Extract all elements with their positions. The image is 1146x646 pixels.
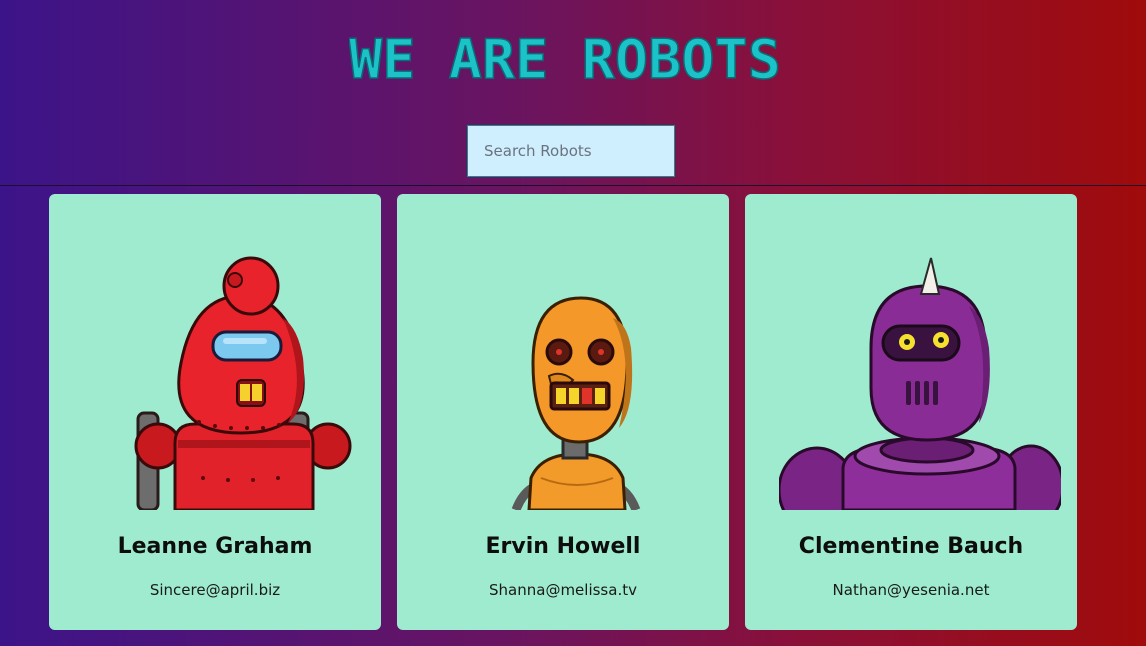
robot-card: Leanne Graham Sincere@april.biz [49,194,381,630]
page-title: WE ARE ROBOTS [349,30,782,86]
robot-email: Shanna@melissa.tv [489,581,637,599]
robot-name: Clementine Bauch [798,534,1024,559]
header-divider [0,185,1146,186]
robot-card: Clementine Bauch Nathan@yesenia.net [745,194,1077,630]
red-robot-icon [134,256,352,510]
page-header: WE ARE ROBOTS [0,0,1146,185]
robot-card: Ervin Howell Shanna@melissa.tv [397,194,729,630]
search-input[interactable] [467,125,675,177]
robot-name: Ervin Howell [485,534,641,559]
robot-email: Sincere@april.biz [149,581,281,599]
robot-name: Leanne Graham [117,534,313,559]
robot-email: Nathan@yesenia.net [832,581,990,599]
purple-robot-icon [779,257,1061,510]
orange-robot-icon [511,296,641,510]
svg-text:WE ARE ROBOTS: WE ARE ROBOTS [349,30,781,86]
